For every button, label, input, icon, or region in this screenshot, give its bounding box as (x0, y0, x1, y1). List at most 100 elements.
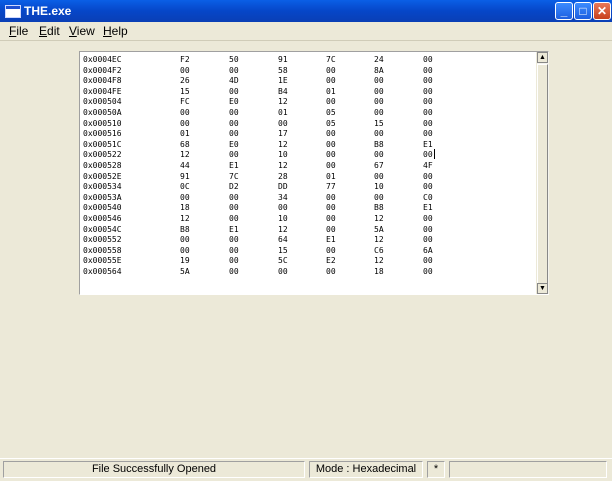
hex-byte[interactable]: 01 (278, 108, 288, 117)
hex-byte[interactable]: 00 (374, 172, 384, 181)
hex-byte[interactable]: 17 (278, 129, 288, 138)
hex-byte[interactable]: 19 (180, 256, 190, 265)
hex-byte[interactable]: 00 (326, 193, 336, 202)
hex-byte[interactable]: B8 (374, 140, 384, 149)
hex-byte[interactable]: 64 (278, 235, 288, 244)
hex-byte[interactable]: 00 (229, 119, 239, 128)
hex-byte[interactable]: 10 (374, 182, 384, 191)
hex-byte[interactable]: 91 (278, 55, 288, 64)
hex-byte[interactable]: 00 (374, 76, 384, 85)
hex-byte[interactable]: 00 (326, 76, 336, 85)
hex-byte[interactable]: 00 (326, 203, 336, 212)
hex-byte[interactable]: 91 (180, 172, 190, 181)
hex-byte[interactable]: 12 (180, 214, 190, 223)
hex-byte[interactable]: 00 (229, 193, 239, 202)
hex-byte[interactable]: 00 (423, 55, 433, 64)
hex-byte[interactable]: 00 (278, 203, 288, 212)
hex-byte[interactable]: 58 (278, 66, 288, 75)
hex-byte[interactable]: E1 (423, 140, 433, 149)
hex-byte[interactable]: B8 (374, 203, 384, 212)
hex-byte[interactable]: 00 (229, 66, 239, 75)
hex-byte[interactable]: 00 (374, 108, 384, 117)
vertical-scrollbar[interactable]: ▲ ▼ (536, 52, 549, 294)
hex-byte[interactable]: 00 (278, 119, 288, 128)
hex-byte[interactable]: 00 (229, 256, 239, 265)
hex-byte[interactable]: 00 (326, 150, 336, 159)
hex-byte[interactable]: 12 (278, 225, 288, 234)
hex-byte[interactable]: 00 (423, 172, 433, 181)
hex-byte[interactable]: 00 (326, 225, 336, 234)
hex-byte[interactable]: DD (278, 182, 288, 191)
hex-byte[interactable]: 05 (326, 119, 336, 128)
hex-byte[interactable]: 00 (423, 119, 433, 128)
hex-byte[interactable]: 00 (423, 150, 433, 159)
hex-byte[interactable]: 12 (278, 161, 288, 170)
hex-byte[interactable]: 00 (374, 97, 384, 106)
hex-byte[interactable]: 00 (326, 161, 336, 170)
hex-byte[interactable]: 00 (229, 203, 239, 212)
hex-byte[interactable]: 00 (374, 193, 384, 202)
hex-byte[interactable]: E0 (229, 97, 239, 106)
hex-byte[interactable]: 10 (278, 214, 288, 223)
hex-byte[interactable]: 00 (278, 267, 288, 276)
hex-byte[interactable]: 00 (326, 129, 336, 138)
hex-byte[interactable]: 00 (423, 97, 433, 106)
hex-byte[interactable]: 00 (180, 66, 190, 75)
hex-byte[interactable]: 00 (326, 66, 336, 75)
hex-byte[interactable]: 00 (180, 119, 190, 128)
hex-byte[interactable]: 00 (423, 267, 433, 276)
hex-byte[interactable]: E1 (423, 203, 433, 212)
title-bar[interactable]: THE.exe _ □ ✕ (0, 0, 612, 22)
hex-byte[interactable]: 50 (229, 55, 239, 64)
hex-byte[interactable]: 7C (326, 55, 336, 64)
hex-byte[interactable]: E1 (229, 161, 239, 170)
hex-byte[interactable]: 00 (180, 193, 190, 202)
hex-byte[interactable]: 00 (229, 267, 239, 276)
hex-byte[interactable]: C0 (423, 193, 433, 202)
hex-byte[interactable]: 00 (423, 225, 433, 234)
hex-byte[interactable]: 01 (326, 87, 336, 96)
hex-byte[interactable]: 00 (180, 235, 190, 244)
hex-byte[interactable]: 6A (423, 246, 433, 255)
hex-byte[interactable]: 00 (423, 76, 433, 85)
hex-byte[interactable]: 26 (180, 76, 190, 85)
scroll-thumb[interactable] (537, 64, 548, 286)
close-button[interactable]: ✕ (593, 2, 611, 20)
hex-byte[interactable]: 05 (326, 108, 336, 117)
hex-byte[interactable]: 67 (374, 161, 384, 170)
hex-byte[interactable]: 00 (326, 267, 336, 276)
hex-byte[interactable]: 5A (374, 225, 384, 234)
hex-byte[interactable]: 00 (423, 87, 433, 96)
hex-byte[interactable]: D2 (229, 182, 239, 191)
hex-byte[interactable]: C6 (374, 246, 384, 255)
hex-byte[interactable]: 12 (278, 97, 288, 106)
hex-byte[interactable]: 00 (423, 129, 433, 138)
hex-byte[interactable]: B4 (278, 87, 288, 96)
hex-byte[interactable]: 01 (326, 172, 336, 181)
hex-byte[interactable]: 00 (229, 214, 239, 223)
hex-byte[interactable]: 00 (423, 182, 433, 191)
hex-byte[interactable]: 00 (229, 246, 239, 255)
hex-byte[interactable]: B8 (180, 225, 190, 234)
hex-byte[interactable]: 00 (229, 150, 239, 159)
hex-byte[interactable]: 12 (374, 214, 384, 223)
hex-byte[interactable]: E2 (326, 256, 336, 265)
hex-byte[interactable]: 10 (278, 150, 288, 159)
hex-byte[interactable]: 7C (229, 172, 239, 181)
hex-byte[interactable]: 18 (374, 267, 384, 276)
hex-byte[interactable]: 0C (180, 182, 190, 191)
hex-byte[interactable]: 00 (229, 235, 239, 244)
hex-byte[interactable]: 00 (229, 129, 239, 138)
menu-view[interactable]: View (69, 24, 95, 38)
hex-byte[interactable]: 12 (374, 235, 384, 244)
hex-byte[interactable]: 1E (278, 76, 288, 85)
hex-byte[interactable]: 00 (374, 129, 384, 138)
menu-help[interactable]: Help (103, 24, 128, 38)
hex-byte[interactable]: 34 (278, 193, 288, 202)
hex-byte[interactable]: 00 (423, 235, 433, 244)
hex-byte[interactable]: 00 (374, 150, 384, 159)
hex-byte[interactable]: 15 (278, 246, 288, 255)
hex-byte[interactable]: 5A (180, 267, 190, 276)
hex-byte[interactable]: E0 (229, 140, 239, 149)
scroll-up-button[interactable]: ▲ (537, 52, 548, 63)
